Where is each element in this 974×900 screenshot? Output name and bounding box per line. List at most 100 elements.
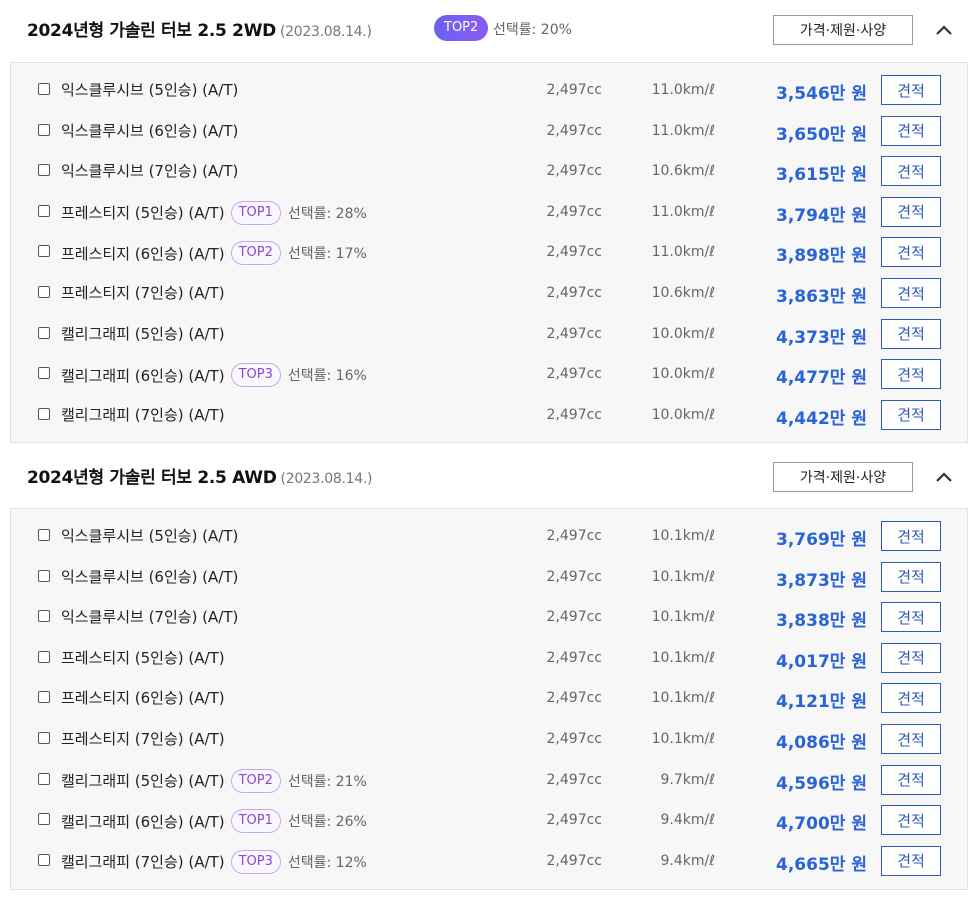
trim-checkbox[interactable] [38, 853, 50, 866]
quote-button[interactable]: 견적 [881, 318, 941, 349]
trim-row: 프레스티지 (5인승) (A/T) 2,497cc 10.1km/ℓ 4,017만 원… [11, 638, 969, 678]
trim-price: 4,373만 원 [776, 323, 867, 348]
trim-checkbox[interactable] [38, 326, 50, 339]
trim-checkbox[interactable] [38, 610, 50, 623]
quote-button[interactable]: 견적 [881, 845, 941, 876]
quote-button[interactable]: 견적 [881, 521, 941, 551]
trim-name: 익스클루시브 (6인승) (A/T) [61, 567, 239, 586]
trim-row: 캘리그래피 (5인승) (A/T) TOP2 선택률: 21% 2,497cc 9.7k… [11, 760, 969, 800]
quote-button[interactable]: 견적 [881, 724, 941, 754]
engine-displacement: 2,497cc [546, 568, 602, 585]
quote-button[interactable]: 견적 [881, 359, 941, 390]
trim-checkbox[interactable] [38, 813, 50, 826]
section-title: 2024년형 가솔린 터보 2.5 2WD (2023.08.14.) [27, 21, 372, 41]
trim-price: 3,546만 원 [776, 79, 867, 104]
price-value: 3,898 [776, 246, 830, 267]
trim-label: 캘리그래피 (7인승) (A/T) [61, 404, 225, 425]
trim-list: 익스클루시브 (5인승) (A/T) 2,497cc 10.1km/ℓ 3,769만 … [10, 508, 968, 890]
trim-checkbox[interactable] [38, 732, 50, 744]
quote-button[interactable]: 견적 [881, 561, 941, 592]
fuel-efficiency: 11.0km/ℓ [651, 203, 715, 220]
trim-row: 프레스티지 (6인승) (A/T) TOP2 선택률: 17% 2,497cc 11.0… [11, 232, 969, 272]
trim-checkbox[interactable] [38, 407, 50, 420]
trim-label: 프레스티지 (5인승) (A/T) [61, 647, 225, 668]
trim-checkbox[interactable] [38, 123, 50, 136]
quote-button[interactable]: 견적 [881, 196, 941, 227]
trim-row: 익스클루시브 (6인승) (A/T) 2,497cc 11.0km/ℓ 3,650만 … [11, 111, 969, 151]
selection-rate: 선택률: 20% [493, 22, 572, 38]
price-value: 3,794 [776, 205, 830, 226]
price-value: 4,700 [776, 814, 830, 835]
engine-displacement: 2,497cc [546, 163, 602, 180]
trim-label: 프레스티지 (7인승) (A/T) [61, 728, 225, 749]
trim-checkbox[interactable] [38, 529, 50, 541]
fuel-efficiency: 9.4km/ℓ [660, 852, 715, 869]
section-title: 2024년형 가솔린 터보 2.5 AWD (2023.08.14.) [27, 468, 373, 488]
price-unit: 만 원 [829, 611, 867, 632]
trim-name: 프레스티지 (6인승) (A/T) [61, 689, 225, 708]
trim-row: 프레스티지 (6인승) (A/T) 2,497cc 10.1km/ℓ 4,121만 원… [11, 678, 969, 718]
price-unit: 만 원 [829, 408, 867, 429]
trim-name: 익스클루시브 (5인승) (A/T) [61, 527, 239, 545]
quote-button[interactable]: 견적 [881, 156, 941, 187]
price-spec-button[interactable]: 가격·제원·사양 [773, 15, 913, 45]
section-header: 2024년형 가솔린 터보 2.5 AWD (2023.08.14.) 가격·제원… [0, 447, 974, 509]
trim-checkbox[interactable] [38, 367, 50, 380]
engine-displacement: 2,497cc [546, 82, 602, 98]
quote-button[interactable]: 견적 [881, 278, 941, 308]
chevron-up-icon[interactable] [932, 18, 956, 42]
quote-button[interactable]: 견적 [881, 115, 941, 146]
trim-price: 3,794만 원 [776, 201, 867, 226]
fuel-efficiency: 10.1km/ℓ [651, 568, 715, 585]
trim-row: 캘리그래피 (6인승) (A/T) TOP1 선택률: 26% 2,497cc 9.4k… [11, 800, 969, 840]
top-rank-badge: TOP2 [434, 15, 489, 41]
price-value: 4,477 [776, 368, 830, 389]
trim-name: 캘리그래피 (7인승) (A/T) [61, 405, 225, 424]
trim-checkbox[interactable] [38, 204, 50, 217]
trim-checkbox[interactable] [38, 569, 50, 582]
trim-checkbox[interactable] [38, 772, 50, 785]
quote-button[interactable]: 견적 [881, 805, 941, 836]
quote-button[interactable]: 견적 [881, 683, 941, 714]
trim-row: 캘리그래피 (5인승) (A/T) 2,497cc 10.0km/ℓ 4,373만 원… [11, 314, 969, 354]
trim-price: 3,898만 원 [776, 241, 867, 266]
trim-checkbox[interactable] [38, 164, 50, 177]
trim-label: 익스클루시브 (5인승) (A/T) [61, 79, 238, 100]
top-rank-badge: TOP2 [230, 241, 281, 266]
selection-rate: 선택률: 21% [287, 773, 367, 790]
trim-checkbox[interactable] [38, 245, 50, 258]
trim-name: 익스클루시브 (7인승) (A/T) [61, 608, 239, 627]
trim-label: 익스클루시브 (7인승) (A/T) [61, 606, 238, 627]
selection-rate: 선택률: 16% [287, 368, 367, 385]
engine-displacement: 2,497cc [546, 649, 602, 666]
price-value: 3,546 [776, 84, 830, 104]
trim-checkbox[interactable] [38, 83, 50, 95]
price-value: 4,086 [776, 733, 830, 753]
quote-button[interactable]: 견적 [881, 602, 941, 633]
fuel-efficiency: 9.7km/ℓ [660, 771, 715, 788]
price-unit: 만 원 [829, 773, 867, 794]
quote-button[interactable]: 견적 [881, 399, 941, 430]
trim-name: 익스클루시브 (7인승) (A/T) [61, 162, 239, 181]
engine-displacement: 2,497cc [546, 406, 602, 423]
chevron-up-icon[interactable] [932, 465, 956, 489]
fuel-efficiency: 10.1km/ℓ [651, 609, 715, 626]
trim-row: 캘리그래피 (6인승) (A/T) TOP3 선택률: 16% 2,497cc 10.0… [11, 354, 969, 394]
price-unit: 만 원 [829, 246, 867, 267]
trim-checkbox[interactable] [38, 691, 50, 704]
trim-label: 프레스티지 (6인승) (A/T) [61, 687, 225, 708]
fuel-efficiency: 10.6km/ℓ [651, 285, 715, 301]
price-value: 4,121 [776, 692, 830, 713]
trim-row: 익스클루시브 (7인승) (A/T) 2,497cc 10.1km/ℓ 3,838만 … [11, 597, 969, 637]
trim-label: 프레스티지 (6인승) (A/T) TOP2 선택률: 17% [61, 241, 367, 266]
quote-button[interactable]: 견적 [881, 237, 941, 268]
quote-button[interactable]: 견적 [881, 764, 941, 795]
trim-checkbox[interactable] [38, 650, 50, 663]
engine-displacement: 2,497cc [546, 528, 602, 544]
price-spec-button[interactable]: 가격·제원·사양 [773, 462, 913, 492]
trim-label: 캘리그래피 (6인승) (A/T) TOP1 선택률: 26% [61, 809, 367, 834]
quote-button[interactable]: 견적 [881, 642, 941, 673]
trim-checkbox[interactable] [38, 286, 50, 298]
quote-button[interactable]: 견적 [881, 75, 941, 105]
engine-displacement: 2,497cc [546, 690, 602, 707]
